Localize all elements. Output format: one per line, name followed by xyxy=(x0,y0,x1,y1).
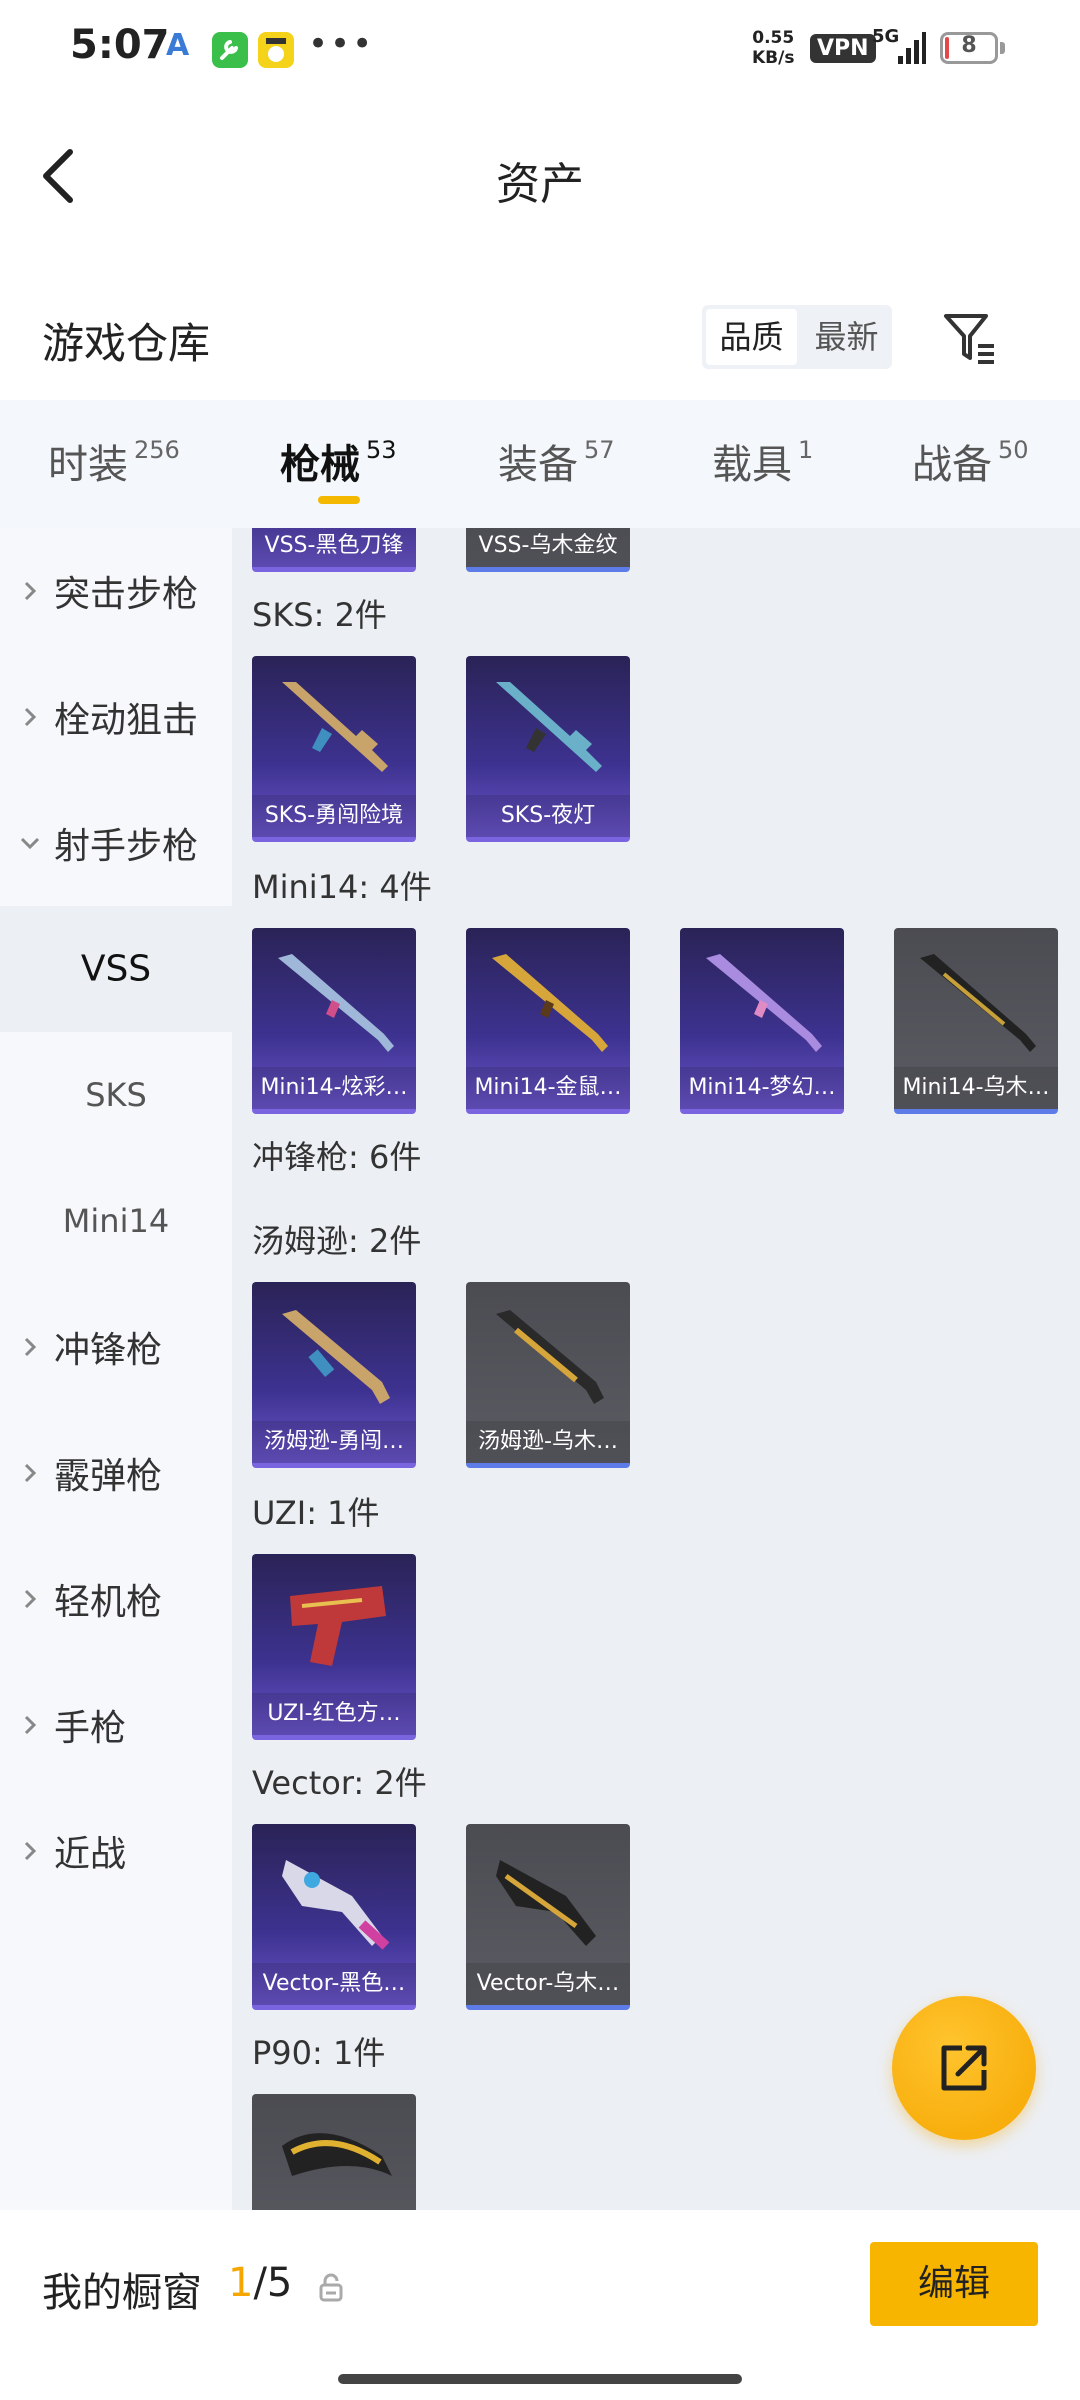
more-notifications-icon: ••• xyxy=(308,24,375,64)
filter-icon[interactable] xyxy=(940,308,1000,368)
nav-bar: 资产 xyxy=(0,100,1080,250)
app-a-icon: A xyxy=(166,28,190,63)
group-title-thompson: 汤姆逊: 2件 xyxy=(252,1222,422,1260)
group-title-vector: Vector: 2件 xyxy=(252,1764,427,1802)
sidebar-item-assault-rifle[interactable]: 突击步枪 xyxy=(0,528,232,654)
warehouse-header: 游戏仓库 品质 最新 xyxy=(0,290,1080,400)
sidebar-item-smg[interactable]: 冲锋枪 xyxy=(0,1284,232,1410)
sidebar-item-marksman-rifle[interactable]: 射手步枪 xyxy=(0,780,232,906)
weapon-card[interactable]: Mini14-炫彩… xyxy=(252,928,416,1114)
home-indicator[interactable] xyxy=(338,2374,742,2384)
network-speed: 0.55 KB/s xyxy=(752,28,795,68)
tab-vehicles[interactable]: 载具 1 xyxy=(712,432,813,490)
group-title-sks: SKS: 2件 xyxy=(252,596,387,634)
weapon-card[interactable]: 汤姆逊-乌木… xyxy=(466,1282,630,1468)
tab-firearms[interactable]: 枪械 53 xyxy=(280,432,397,490)
sidebar-item-mini14[interactable]: Mini14 xyxy=(0,1158,232,1284)
rifle-image xyxy=(920,954,1036,1052)
battery-nub xyxy=(1000,42,1005,54)
sidebar-item-melee[interactable]: 近战 xyxy=(0,1788,232,1914)
sidebar-item-sks[interactable]: SKS xyxy=(0,1032,232,1158)
weapon-card[interactable]: VSS-乌木金纹 xyxy=(466,528,630,572)
weapon-card[interactable]: VSS-黑色刀锋 xyxy=(252,528,416,572)
group-title-mini14: Mini14: 4件 xyxy=(252,868,432,906)
chevron-right-icon xyxy=(24,1715,37,1735)
chevron-right-icon xyxy=(24,707,37,727)
edit-button[interactable]: 编辑 xyxy=(870,2242,1038,2326)
chevron-down-icon xyxy=(20,837,40,850)
weapon-card[interactable]: SKS-夜灯 xyxy=(466,656,630,842)
pistol-smg-image xyxy=(290,1586,386,1666)
page-title: 资产 xyxy=(496,159,584,210)
weapon-card[interactable]: 汤姆逊-勇闯… xyxy=(252,1282,416,1468)
weapon-card[interactable]: Mini14-金鼠… xyxy=(466,928,630,1114)
chevron-right-icon xyxy=(24,1589,37,1609)
category-tabs: 时装 256 枪械 53 装备 57 载具 1 战备 50 xyxy=(0,400,1080,528)
showcase-bar: 我的橱窗 1/5 编辑 xyxy=(0,2210,1080,2400)
signal-icon xyxy=(898,32,926,64)
sidebar-item-lmg[interactable]: 轻机枪 xyxy=(0,1536,232,1662)
group-title-uzi: UZI: 1件 xyxy=(252,1494,380,1532)
smg-image xyxy=(496,1860,596,1946)
status-time: 5:07 xyxy=(70,22,170,68)
group-title-smg: 冲锋枪: 6件 xyxy=(252,1138,422,1176)
lock-icon xyxy=(319,2273,343,2302)
weapon-card[interactable]: UZI-红色方… xyxy=(252,1554,416,1740)
chevron-right-icon xyxy=(24,581,37,601)
weapon-card[interactable]: Mini14-乌木… xyxy=(894,928,1058,1114)
battery-icon: 8 xyxy=(940,32,998,64)
showcase-title: 我的橱窗 xyxy=(42,2270,202,2316)
smg-image xyxy=(496,1310,604,1404)
tab-fashion[interactable]: 时装 256 xyxy=(48,432,180,490)
group-title-p90: P90: 1件 xyxy=(252,2034,386,2072)
weapon-card[interactable]: Vector-黑色… xyxy=(252,1824,416,2010)
weapon-grid: VSS-黑色刀锋 VSS-乌木金纹 SKS: 2件 SKS-勇闯险境 SKS-夜… xyxy=(232,528,1080,2210)
smg-image xyxy=(282,1860,390,1950)
sort-quality-button[interactable]: 品质 xyxy=(706,309,797,365)
share-button[interactable] xyxy=(892,1996,1036,2140)
status-bar: 5:07 A ••• 0.55 KB/s VPN 5G 8 xyxy=(0,0,1080,100)
sort-newest-button[interactable]: 最新 xyxy=(801,305,892,369)
sidebar-item-shotgun[interactable]: 霰弹枪 xyxy=(0,1410,232,1536)
vpn-badge: VPN xyxy=(810,34,876,63)
chevron-right-icon xyxy=(24,1337,37,1357)
sidebar-item-bolt-sniper[interactable]: 栓动狙击 xyxy=(0,654,232,780)
rifle-image xyxy=(278,954,394,1052)
chevron-right-icon xyxy=(24,1463,37,1483)
rifle-image xyxy=(496,682,602,772)
showcase-count: 1/5 xyxy=(228,2260,293,2306)
chevron-right-icon xyxy=(24,1841,37,1861)
sidebar-item-vss[interactable]: VSS xyxy=(0,906,232,1032)
rifle-image xyxy=(492,954,608,1052)
battery-percent: 8 xyxy=(961,33,977,58)
weapon-card[interactable]: SKS-勇闯险境 xyxy=(252,656,416,842)
weapon-card[interactable]: Mini14-梦幻… xyxy=(680,928,844,1114)
tab-equipment[interactable]: 装备 57 xyxy=(498,432,615,490)
smg-image xyxy=(282,2133,392,2176)
external-link-icon xyxy=(941,2045,987,2091)
weapon-type-sidebar: 突击步枪 栓动狙击 射手步枪 VSS SKS Mini14 冲锋枪 霰弹枪 轻机… xyxy=(0,528,232,2210)
warehouse-title: 游戏仓库 xyxy=(42,319,211,368)
game-app-icon xyxy=(258,32,294,68)
weapon-card[interactable] xyxy=(252,2094,416,2210)
wrench-app-icon xyxy=(212,32,248,68)
tab-combat-supplies[interactable]: 战备 50 xyxy=(912,432,1029,490)
smg-image xyxy=(282,1310,390,1404)
sidebar-item-pistol[interactable]: 手枪 xyxy=(0,1662,232,1788)
sort-toggle: 品质 最新 xyxy=(702,305,892,369)
rifle-image xyxy=(282,682,388,772)
active-tab-indicator xyxy=(318,496,360,504)
weapon-card[interactable]: Vector-乌木… xyxy=(466,1824,630,2010)
rifle-image xyxy=(706,954,822,1052)
